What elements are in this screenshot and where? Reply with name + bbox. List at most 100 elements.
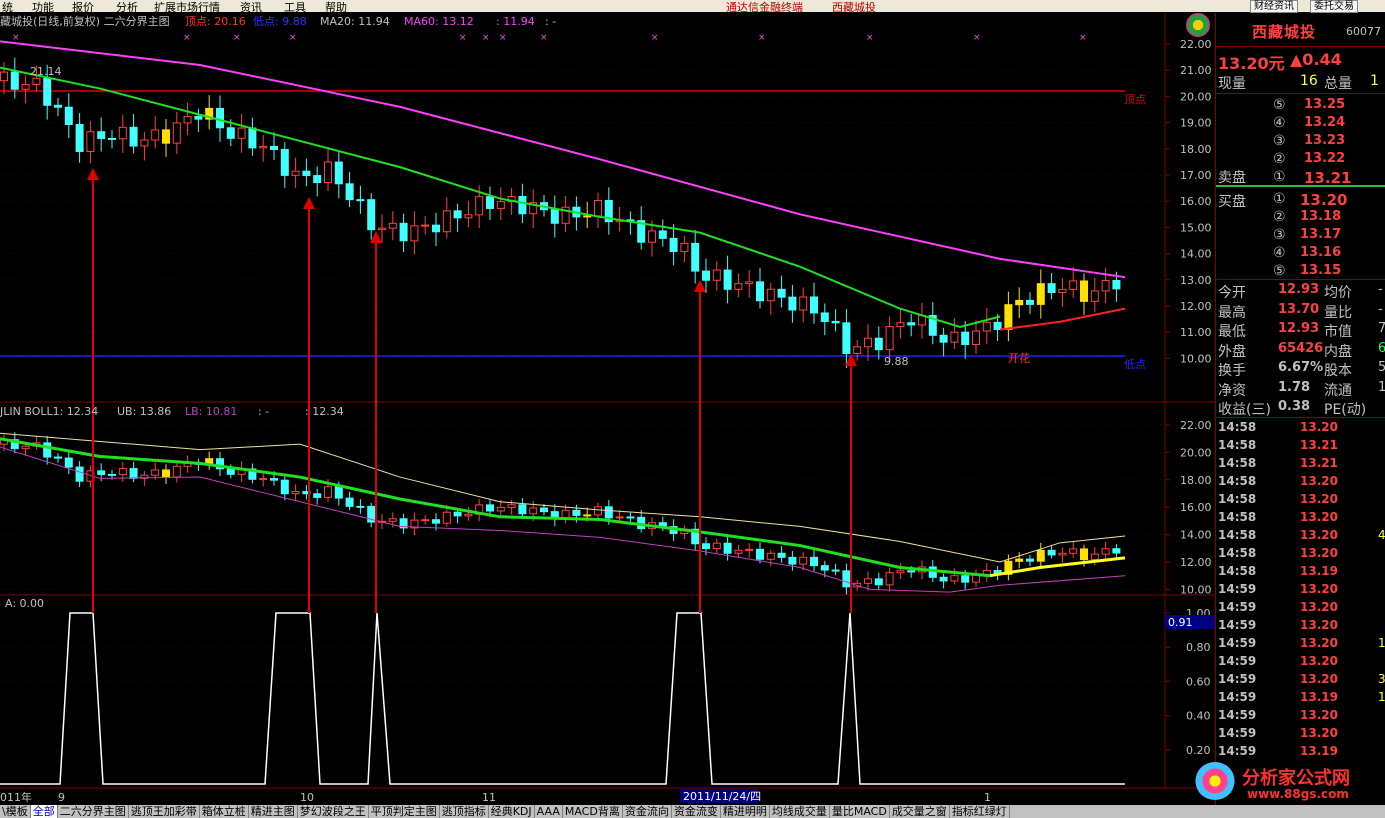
candle-body	[950, 575, 959, 582]
candle-body	[939, 576, 948, 582]
marker-x: ×	[499, 33, 507, 43]
trade-button[interactable]: 委托交易	[1310, 0, 1358, 13]
candle-body	[270, 145, 278, 151]
candle-body	[788, 296, 797, 311]
tab-indicator-18[interactable]: 指标红绿灯	[950, 805, 1010, 818]
tab-indicator-6[interactable]: 梦幻波段之王	[298, 805, 369, 818]
stat-value: 1.78	[1278, 379, 1311, 395]
trade-tick-row: 14:58 13.20	[1218, 492, 1338, 506]
candle-body	[464, 513, 473, 517]
tab-indicator-0[interactable]: \模板	[0, 805, 31, 818]
candle-body	[1004, 304, 1013, 330]
candle-body	[648, 230, 656, 243]
marker-x: ×	[482, 33, 490, 43]
candle-body	[777, 288, 786, 298]
candle-body	[118, 126, 127, 140]
tab-indicator-13[interactable]: 资金流变	[672, 805, 721, 818]
candle-body	[21, 83, 30, 90]
current-volume-label: 现量	[1218, 76, 1246, 92]
tab-indicator-17[interactable]: 成交量之窗	[890, 805, 950, 818]
trade-tick-row: 14:59 13.20	[1218, 726, 1338, 740]
news-button[interactable]: 财经资讯	[1250, 0, 1298, 13]
candle-body	[270, 478, 278, 481]
candle-body	[21, 445, 30, 450]
candle-body	[313, 175, 322, 184]
menu-bar: 统 功能 报价 分析 扩展市场行情 资讯 工具 帮助 通达信金融终端 西藏城投 …	[0, 0, 1385, 14]
candle-body	[615, 516, 624, 519]
bid-level-index: ②	[1273, 209, 1286, 225]
sell-label: 卖盘	[1218, 170, 1246, 186]
stat-value-2: 1	[1378, 379, 1385, 395]
tick-price: 13.20	[1300, 654, 1338, 668]
candle-body	[1090, 553, 1099, 561]
tab-indicator-10[interactable]: AAA	[535, 805, 563, 818]
price-change: ▲0.44	[1290, 50, 1342, 69]
ask-price: 13.24	[1304, 115, 1346, 130]
marker-x: ×	[183, 33, 191, 43]
tab-indicator-15[interactable]: 均线成交量	[770, 805, 830, 818]
marker-x: ×	[289, 33, 297, 43]
candle-body	[475, 196, 484, 216]
tab-indicator-4[interactable]: 箱体立桩	[200, 805, 249, 818]
candle-body	[820, 565, 829, 571]
ask-level-index: ⑤	[1273, 97, 1286, 113]
flower-logo-icon	[1195, 762, 1235, 800]
y-tick-label: 0.80	[1186, 641, 1211, 654]
tab-indicator-5[interactable]: 精进主图	[249, 805, 298, 818]
candle-body	[507, 504, 516, 508]
tab-indicator-3[interactable]: 逃顶王加彩带	[129, 805, 200, 818]
candle-body	[129, 126, 138, 147]
y-tick-label: 14.00	[1180, 248, 1212, 261]
y-tick-label: 22.00	[1180, 419, 1212, 432]
chart-area[interactable]: 22.00 21.00 20.00 19.00 18.00 17.00 16.00 15.00…	[0, 13, 1215, 805]
candle-body	[1047, 283, 1056, 293]
tick-time: 14:58	[1218, 420, 1257, 434]
bid-price: 13.15	[1300, 263, 1342, 278]
kaihua-label: 开花	[1008, 352, 1030, 365]
candle-body	[226, 468, 235, 475]
candle-body	[712, 269, 721, 281]
candle-body	[378, 227, 386, 231]
tab-indicator-8[interactable]: 逃顶指标	[440, 805, 489, 818]
candle-body	[367, 199, 376, 231]
tick-time: 14:59	[1218, 582, 1257, 596]
ask-level-index: ①	[1273, 169, 1286, 185]
tab-indicator-14[interactable]: 精进明明	[721, 805, 770, 818]
candle-body	[734, 549, 743, 554]
stat-label: 最高	[1218, 304, 1246, 321]
candle-body	[982, 321, 991, 332]
kline-chart[interactable]: 22.00 21.00 20.00 19.00 18.00 17.00 16.00 15.00…	[0, 13, 1215, 805]
candle-body	[766, 288, 775, 302]
x-label-nov: 11	[482, 791, 496, 804]
candle-body	[54, 456, 62, 459]
y-tick-label: 10.00	[1180, 352, 1212, 365]
tab-indicator-1[interactable]: 全部	[30, 805, 58, 818]
candle-body	[313, 493, 322, 498]
candle-body	[324, 161, 332, 184]
ask-price: 13.23	[1304, 133, 1346, 148]
tick-time: 14:59	[1218, 690, 1257, 704]
candle-body	[442, 210, 451, 233]
tab-indicator-7[interactable]: 平顶判定主图	[369, 805, 440, 818]
y-tick-label: 0.40	[1186, 710, 1211, 723]
stat-label: 净资	[1218, 382, 1246, 399]
stat-row: 最高 13.70 量比 -	[1218, 302, 1383, 322]
stat-value: 65426	[1278, 340, 1324, 356]
tab-indicator-9[interactable]: 经典KDJ	[489, 805, 535, 818]
tab-indicator-12[interactable]: 资金流向	[623, 805, 672, 818]
tab-indicator-16[interactable]: 量比MACD	[830, 805, 890, 818]
candle-body	[151, 129, 160, 141]
candle-body	[669, 237, 678, 253]
tab-indicator-11[interactable]: MACD背离	[563, 805, 623, 818]
candle-body	[345, 183, 354, 201]
top-panel-title: 藏城投(日线,前复权) 二六分界主图	[0, 14, 170, 28]
candle-body	[658, 230, 667, 239]
y-tick-label: 16.00	[1180, 501, 1212, 514]
stat-label-2: 均价	[1324, 285, 1352, 301]
tab-indicator-2[interactable]: 二六分界主图	[58, 805, 129, 818]
ask-level-index: ④	[1273, 115, 1286, 131]
tick-time: 14:58	[1218, 456, 1257, 470]
candle-body	[864, 337, 872, 348]
stat-row: 换手 6.67% 股本 5	[1218, 360, 1385, 380]
candle-body	[1015, 558, 1024, 562]
